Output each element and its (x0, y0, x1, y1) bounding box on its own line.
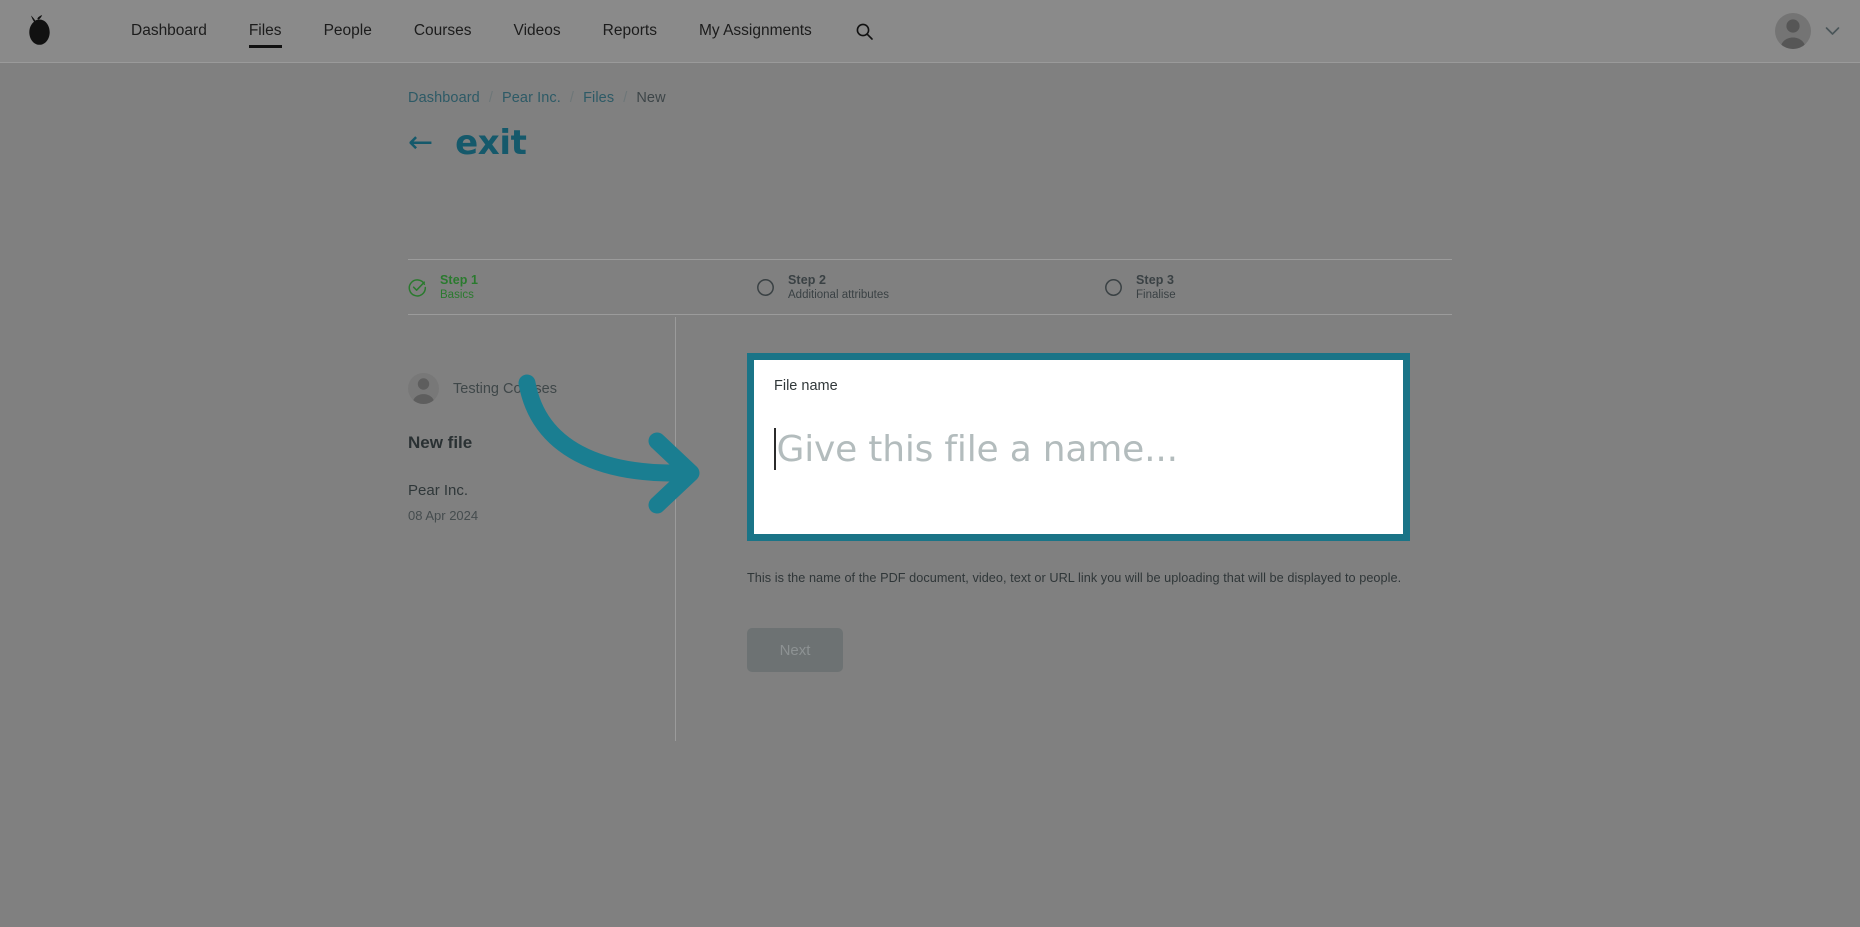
nav-link-videos[interactable]: Videos (493, 0, 582, 62)
stepper-step-1-title: Step 1 (440, 273, 479, 287)
file-name-card[interactable]: File name Give this file a name... (747, 353, 1410, 541)
file-name-input-wrap[interactable]: Give this file a name... (774, 428, 1383, 470)
search-icon[interactable] (855, 22, 874, 41)
empty-circle-icon (756, 278, 775, 297)
stepper-step-2[interactable]: Step 2 Additional attributes (756, 273, 1104, 301)
main-nav-links: Dashboard Files People Courses Videos Re… (110, 0, 874, 62)
top-navigation-bar: Dashboard Files People Courses Videos Re… (0, 0, 1860, 63)
breadcrumb-item-new: New (636, 90, 666, 106)
file-name-label: File name (774, 378, 838, 394)
breadcrumb-separator: / (569, 90, 575, 106)
summary-user: Testing Courses (408, 373, 658, 404)
file-summary-panel: Testing Courses New file Pear Inc. 08 Ap… (408, 373, 658, 523)
text-cursor (774, 428, 776, 470)
page-content: Dashboard / Pear Inc. / Files / New ← ex… (0, 63, 1860, 927)
exit-button[interactable]: ← exit (408, 123, 527, 163)
nav-link-my-assignments[interactable]: My Assignments (678, 0, 833, 62)
nav-link-reports[interactable]: Reports (582, 0, 678, 62)
nav-user-menu[interactable] (1775, 0, 1844, 62)
stepper-step-1[interactable]: Step 1 Basics (408, 273, 756, 301)
user-avatar-icon[interactable] (1775, 13, 1811, 49)
avatar (408, 373, 439, 404)
stepper-step-2-title: Step 2 (788, 273, 827, 287)
summary-date: 08 Apr 2024 (408, 508, 479, 523)
next-button[interactable]: Next (747, 628, 843, 672)
breadcrumb-item-files[interactable]: Files (583, 90, 614, 106)
breadcrumb-separator: / (488, 90, 493, 106)
stepper-step-3-title: Step 3 (1136, 273, 1175, 287)
stepper-step-2-subtitle: Additional attributes (788, 289, 890, 301)
nav-link-people[interactable]: People (303, 0, 393, 62)
wizard-stepper: Step 1 Basics Step 2 Additional attribut… (408, 259, 1452, 315)
file-name-help-text: This is the name of the PDF document, vi… (747, 571, 1402, 585)
breadcrumb-separator: / (623, 90, 628, 106)
stepper-step-3-subtitle: Finalise (1136, 289, 1176, 301)
empty-circle-icon (1104, 278, 1123, 297)
breadcrumb-item-dashboard[interactable]: Dashboard (408, 90, 480, 106)
summary-organisation: Pear Inc. (408, 482, 469, 499)
nav-link-files[interactable]: Files (228, 0, 303, 62)
summary-title: New file (408, 433, 473, 452)
pear-logo-icon[interactable] (8, 12, 70, 50)
arrow-left-icon: ← (408, 125, 434, 160)
file-name-form: File name Give this file a name... This … (747, 353, 1417, 672)
chevron-down-icon[interactable] (1821, 20, 1844, 43)
nav-link-dashboard[interactable]: Dashboard (110, 0, 228, 62)
file-name-input[interactable]: Give this file a name... (777, 429, 1179, 470)
breadcrumb-item-pear-inc[interactable]: Pear Inc. (502, 90, 561, 106)
breadcrumb: Dashboard / Pear Inc. / Files / New (408, 90, 666, 106)
stepper-step-1-subtitle: Basics (440, 289, 474, 301)
summary-user-name: Testing Courses (453, 380, 557, 397)
exit-label: exit (455, 123, 527, 163)
check-circle-icon (408, 278, 427, 297)
stepper-step-3[interactable]: Step 3 Finalise (1104, 273, 1452, 301)
panel-divider (675, 317, 676, 741)
nav-link-courses[interactable]: Courses (393, 0, 493, 62)
